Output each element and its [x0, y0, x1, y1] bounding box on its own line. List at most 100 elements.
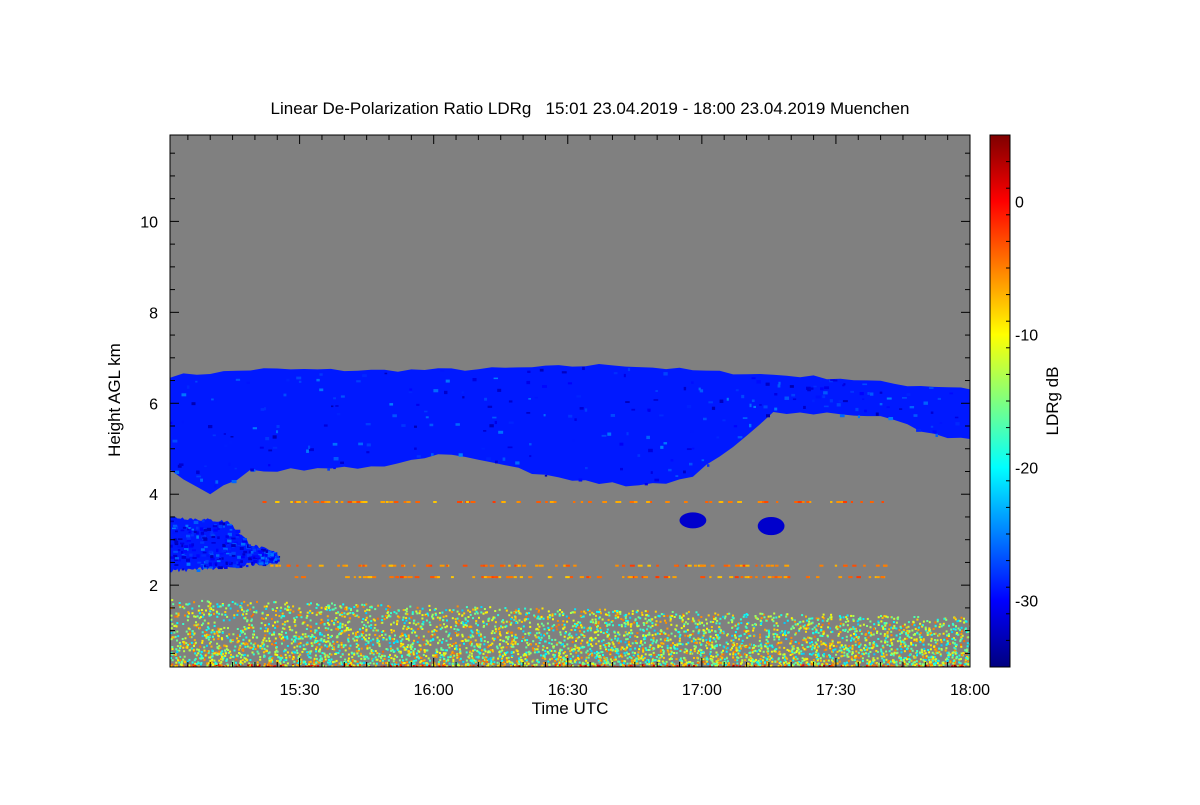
cloud-speckle: [195, 380, 198, 383]
noise-pixel: [299, 653, 301, 656]
noise-pixel: [264, 634, 267, 637]
noise-pixel: [890, 648, 893, 651]
noise-pixel: [648, 633, 651, 636]
noise-pixel: [855, 633, 857, 636]
noise-pixel: [243, 626, 246, 628]
noise-pixel: [195, 624, 198, 627]
noise-pixel: [315, 641, 318, 643]
noise-pixel: [925, 655, 928, 658]
noise-pixel: [869, 663, 872, 665]
noise-pixel: [378, 652, 381, 655]
cloud-speckle: [626, 432, 629, 436]
noise-pixel: [381, 634, 383, 637]
noise-pixel: [628, 612, 630, 615]
noise-pixel: [773, 650, 776, 653]
noise-pixel: [482, 625, 485, 628]
noise-pixel: [502, 621, 505, 624]
noise-pixel: [338, 662, 341, 665]
cloud-speckle: [660, 445, 664, 449]
cloud-speckle: [239, 547, 244, 551]
cloud-speckle: [737, 436, 743, 439]
noise-pixel: [821, 635, 824, 637]
noise-pixel: [262, 645, 265, 648]
noise-pixel: [340, 643, 343, 646]
noise-pixel: [399, 663, 402, 666]
noise-pixel: [847, 659, 850, 662]
noise-pixel: [709, 653, 712, 656]
noise-pixel: [461, 633, 464, 636]
noise-pixel: [960, 643, 963, 646]
cloud-speckle: [222, 522, 226, 526]
noise-pixel: [826, 634, 829, 637]
noise-pixel: [775, 648, 778, 650]
noise-pixel: [744, 659, 747, 662]
noise-pixel: [506, 661, 509, 663]
noise-pixel: [715, 651, 718, 654]
noise-pixel: [300, 616, 303, 619]
noise-pixel: [886, 640, 889, 643]
cloud-speckle: [175, 530, 178, 533]
noise-pixel: [858, 661, 861, 664]
noise-pixel: [444, 664, 447, 666]
noise-pixel: [315, 606, 318, 609]
noise-pixel: [844, 628, 847, 631]
noise-pixel: [747, 632, 750, 635]
noise-pixel: [242, 610, 245, 613]
noise-pixel: [356, 636, 359, 639]
cloud-speckle: [298, 380, 302, 383]
noise-pixel: [268, 623, 270, 626]
noise-pixel: [810, 637, 813, 640]
noise-pixel: [631, 659, 633, 662]
noise-pixel: [735, 647, 738, 650]
noise-pixel: [597, 640, 600, 643]
noise-pixel: [779, 653, 782, 656]
noise-pixel: [831, 657, 834, 660]
noise-pixel: [811, 628, 814, 631]
noise-pixel: [243, 632, 246, 635]
noise-pixel: [679, 650, 682, 652]
noise-pixel: [465, 647, 468, 650]
noise-pixel: [736, 643, 738, 646]
noise-pixel: [663, 615, 666, 617]
noise-pixel: [372, 638, 375, 641]
noise-pixel: [327, 658, 330, 661]
noise-pixel: [554, 638, 557, 641]
noise-pixel: [206, 662, 209, 665]
noise-pixel: [705, 644, 708, 647]
noise-pixel: [854, 643, 857, 646]
noise-pixel: [401, 655, 403, 658]
noise-pixel: [753, 635, 755, 638]
noise-pixel: [634, 640, 637, 643]
noise-pixel: [816, 618, 819, 621]
cloud-speckle: [529, 443, 532, 446]
noise-pixel: [234, 661, 237, 664]
noise-pixel: [767, 652, 770, 655]
noise-pixel: [212, 605, 215, 608]
noise-pixel: [475, 656, 478, 659]
cloud-speckle: [939, 422, 943, 424]
noise-pixel: [938, 625, 941, 628]
cloud-speckle: [181, 553, 185, 556]
noise-pixel: [658, 659, 661, 662]
noise-pixel: [511, 643, 514, 646]
noise-pixel: [817, 624, 820, 627]
cloud-speckle: [578, 478, 583, 482]
cloud-speckle: [227, 539, 232, 543]
noise-pixel: [666, 647, 669, 650]
noise-pixel: [850, 658, 853, 661]
noise-pixel: [731, 634, 734, 637]
noise-pixel: [428, 604, 431, 607]
noise-pixel: [569, 652, 572, 655]
noise-pixel: [201, 611, 204, 614]
noise-pixel: [924, 657, 927, 659]
cloud-speckle: [409, 388, 413, 391]
noise-pixel: [915, 660, 918, 663]
cloud-speckle: [184, 545, 189, 549]
noise-pixel: [872, 657, 875, 660]
noise-pixel: [392, 651, 395, 653]
cloud-speckle: [623, 373, 626, 378]
noise-pixel: [294, 624, 297, 627]
noise-pixel: [548, 616, 551, 619]
cloud-speckle: [186, 534, 191, 538]
cloud-speckle: [181, 568, 185, 571]
